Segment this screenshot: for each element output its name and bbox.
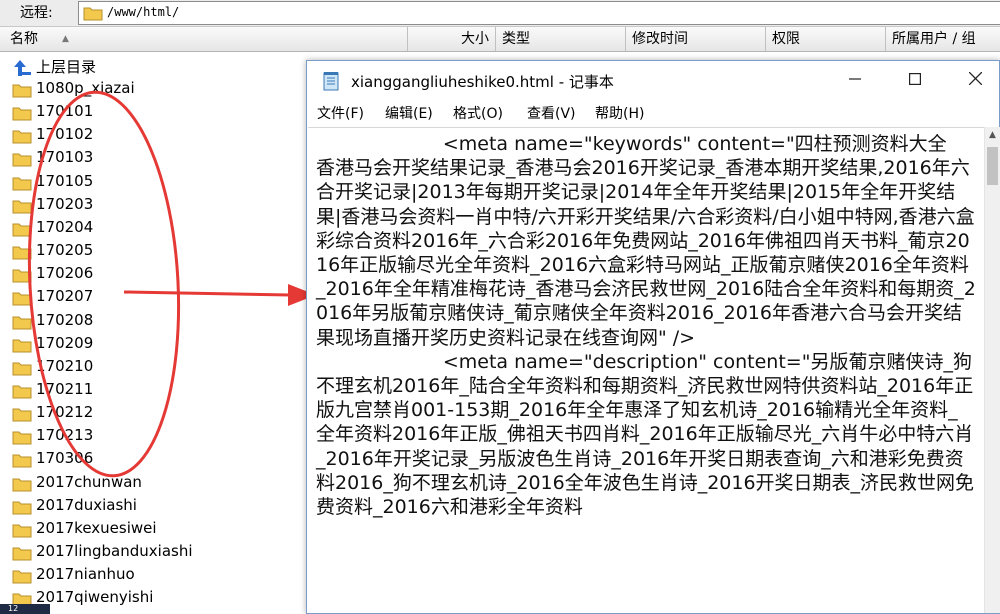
maximize-button[interactable] <box>887 61 943 99</box>
list-item-label: 上层目录 <box>36 58 97 76</box>
list-item-folder[interactable]: 2017qiwenyishi <box>12 587 312 610</box>
menu-help[interactable]: 帮助(H) <box>595 103 644 123</box>
file-list-header: 名称 ▲ 大小 类型 修改时间 权限 所属用户 / 组 <box>0 27 1000 52</box>
list-item-folder[interactable]: 2017lingbanduxiashi <box>12 541 312 564</box>
list-item-folder[interactable]: 2017nianhuo <box>12 564 312 587</box>
menu-file[interactable]: 文件(F) <box>317 103 364 123</box>
column-size[interactable]: 大小 <box>408 27 496 51</box>
list-item-label: 2017lingbanduxiashi <box>36 542 193 560</box>
list-item-label: 2017qiwenyishi <box>36 588 154 607</box>
menu-view[interactable]: 查看(V) <box>527 103 576 123</box>
notepad-content: <meta name="keywords" content="四柱预测资料大全 … <box>316 133 976 519</box>
folder-icon <box>12 499 32 519</box>
column-type[interactable]: 类型 <box>496 27 626 51</box>
menu-edit[interactable]: 编辑(E) <box>385 103 433 123</box>
remote-path-input[interactable]: /www/html/ <box>78 1 1000 25</box>
column-name[interactable]: 名称 ▲ <box>0 27 408 51</box>
remote-path-value: /www/html/ <box>107 5 180 19</box>
notepad-titlebar[interactable]: xianggangliuheshike0.html - 记事本 <box>307 61 999 99</box>
notepad-icon <box>321 71 341 95</box>
close-icon <box>968 71 982 86</box>
list-item-label: 2017duxiashi <box>36 495 137 514</box>
column-name-label: 名称 <box>10 31 38 47</box>
list-item-parent-directory[interactable]: 上层目录 <box>12 55 312 78</box>
vertical-scrollbar[interactable]: ▲ <box>984 127 1000 613</box>
list-item-folder[interactable]: 2017duxiashi <box>12 495 312 518</box>
folder-icon <box>12 568 32 588</box>
scroll-up-icon[interactable]: ▲ <box>985 127 1000 144</box>
corner-badge: 12 <box>0 604 50 614</box>
sort-ascending-icon: ▲ <box>62 34 69 44</box>
scrollbar-thumb[interactable] <box>987 147 998 185</box>
notepad-window: xianggangliuheshike0.html - 记事本 文件(F) 编辑… <box>306 60 1000 614</box>
folder-icon <box>12 545 32 565</box>
minimize-button[interactable] <box>827 61 883 99</box>
folder-icon <box>83 5 103 25</box>
notepad-title: xianggangliuheshike0.html - 记事本 <box>351 73 614 91</box>
list-item-folder[interactable]: 2017kexuesiwei <box>12 518 312 541</box>
remote-path-bar: 远程: /www/html/ <box>0 0 1000 27</box>
remote-label: 远程: <box>20 5 53 21</box>
notepad-text-area[interactable]: <meta name="keywords" content="四柱预测资料大全 … <box>308 127 984 614</box>
menu-format[interactable]: 格式(O) <box>453 103 503 123</box>
folder-icon <box>12 522 32 542</box>
notepad-menubar: 文件(F) 编辑(E) 格式(O) 查看(V) 帮助(H) <box>307 99 999 125</box>
maximize-icon <box>909 73 922 86</box>
column-permissions[interactable]: 权限 <box>766 27 886 51</box>
column-modified[interactable]: 修改时间 <box>626 27 766 51</box>
annotation-arrow <box>123 284 316 306</box>
column-owner[interactable]: 所属用户 / 组 <box>886 27 1000 51</box>
minimize-icon <box>849 78 861 80</box>
list-item-label: 2017kexuesiwei <box>36 518 157 537</box>
close-button[interactable] <box>947 61 1000 99</box>
list-item-label: 2017nianhuo <box>36 565 135 584</box>
